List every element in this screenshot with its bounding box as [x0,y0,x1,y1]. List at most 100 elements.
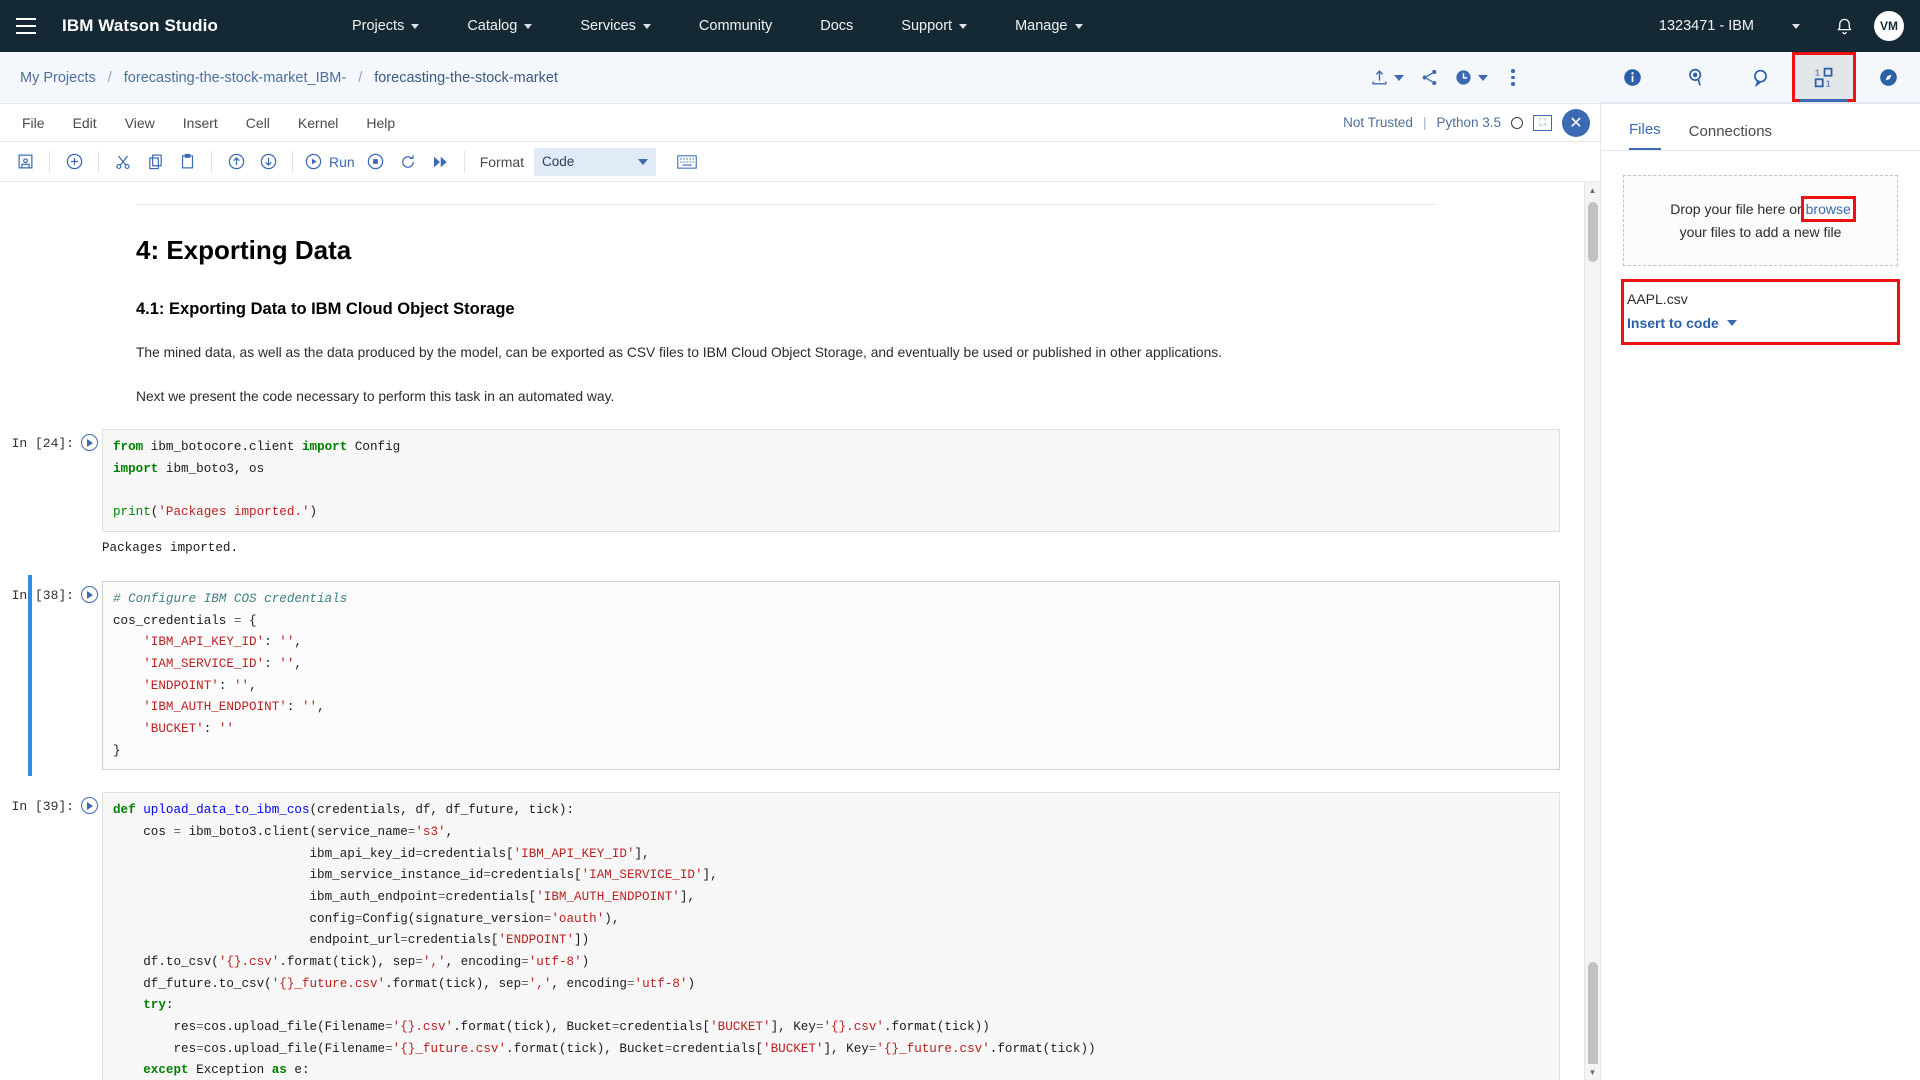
nav-item-label: Services [580,18,636,34]
nav-item-support[interactable]: Support [877,0,991,52]
chevron-down-icon [1478,75,1488,81]
code-editor[interactable]: from ibm_botocore.client import Config i… [102,429,1560,532]
share-button[interactable] [1412,58,1446,98]
chevron-down-icon [1075,24,1083,29]
dropzone-wrapper: Drop your file here or browse your files… [1601,151,1920,266]
account-label[interactable]: 1323471 - IBM [1659,18,1772,34]
toolbar-divider [98,151,99,173]
interrupt-kernel-icon[interactable] [361,147,391,177]
overflow-menu-button[interactable] [1496,58,1530,98]
tab-files[interactable]: Files [1629,121,1661,150]
add-cell-icon[interactable] [59,147,89,177]
breadcrumb-separator: / [358,70,362,86]
scroll-down-icon[interactable]: ▼ [1585,1064,1600,1080]
cell-format-select[interactable]: Code [534,148,656,176]
chevron-down-icon [643,24,651,29]
cell-prompt: In [39]: [0,792,76,814]
workspace: File Edit View Insert Cell Kernel Help N… [0,104,1920,1080]
kernel-idle-indicator-icon [1511,117,1523,129]
menu-help[interactable]: Help [352,104,409,142]
nav-item-label: Docs [820,18,853,34]
toolbar-divider [211,151,212,173]
list-item[interactable]: AAPL.csv Insert to code [1623,281,1898,343]
file-dropzone[interactable]: Drop your file here or browse your files… [1623,175,1898,266]
breadcrumb-actions [1366,58,1530,98]
comments-icon[interactable] [1729,52,1793,102]
scrollbar-thumb[interactable] [1588,962,1598,1072]
move-cell-down-icon[interactable] [253,147,283,177]
scrollbar-thumb-top[interactable] [1588,202,1598,262]
hamburger-menu-icon[interactable] [0,0,52,52]
code-cell[interactable]: In [24]: from ibm_botocore.client import… [0,429,1600,532]
account-chevron-icon[interactable] [1772,0,1820,52]
keyboard-shortcuts-icon[interactable] [672,147,702,177]
compass-icon[interactable] [1856,52,1920,102]
browse-link[interactable]: browse [1806,201,1851,217]
nav-item-community[interactable]: Community [675,0,796,52]
insert-to-code-button[interactable]: Insert to code [1627,315,1894,331]
avatar[interactable]: VM [1874,11,1904,41]
chevron-down-icon [638,159,648,165]
restart-kernel-icon[interactable] [393,147,423,177]
cell-source: # Configure IBM COS credentials cos_cred… [113,589,1549,762]
top-nav-right-group: 1323471 - IBM VM [1659,0,1920,52]
cell-prompt: In [24]: [0,429,76,451]
tab-connections[interactable]: Connections [1689,123,1772,150]
svg-text:1: 1 [1815,68,1820,78]
code-editor[interactable]: # Configure IBM COS credentials cos_cred… [102,581,1560,770]
notebook-scrollbar[interactable]: ▲ ▼ [1584,182,1600,1080]
play-icon [81,434,98,451]
find-data-icon[interactable] [1665,52,1729,102]
menu-edit[interactable]: Edit [59,104,111,142]
toolbar-divider [292,151,293,173]
format-label: Format [480,154,524,170]
brand-title: IBM Watson Studio [62,16,218,36]
menu-view[interactable]: View [111,104,169,142]
notebook-toolbar: Run Format Code [0,142,1600,182]
history-button[interactable] [1450,58,1492,98]
upload-button[interactable] [1366,58,1408,98]
data-icon[interactable]: 1 1 [1792,52,1856,102]
code-cell[interactable]: In [39]: def upload_data_to_ibm_cos(cred… [0,792,1600,1080]
cut-icon[interactable] [108,147,138,177]
copy-icon[interactable] [140,147,170,177]
notification-bell-icon[interactable] [1820,0,1868,52]
run-cell-icon[interactable] [76,429,102,451]
menu-insert[interactable]: Insert [169,104,232,142]
close-notebook-button[interactable]: ✕ [1562,109,1590,137]
nav-item-manage[interactable]: Manage [991,0,1106,52]
markdown-cell-heading[interactable]: 4: Exporting Data 4.1: Exporting Data to… [0,235,1420,407]
run-cell-button[interactable]: Run [302,152,359,171]
code-editor[interactable]: def upload_data_to_ibm_cos(credentials, … [102,792,1560,1080]
save-icon[interactable] [10,147,40,177]
menu-cell[interactable]: Cell [232,104,284,142]
right-panel-icon-bar: 1 1 [1601,52,1920,103]
menu-kernel[interactable]: Kernel [284,104,352,142]
breadcrumb-item-my-projects[interactable]: My Projects [20,70,96,86]
chevron-down-icon [1792,24,1800,29]
nav-item-projects[interactable]: Projects [328,0,443,52]
breadcrumb-item-project[interactable]: forecasting-the-stock-market_IBM- [124,70,346,86]
run-cell-icon[interactable] [76,581,102,603]
nav-item-catalog[interactable]: Catalog [443,0,556,52]
cell-source: from ibm_botocore.client import Config i… [113,437,1549,524]
nav-item-services[interactable]: Services [556,0,675,52]
move-cell-up-icon[interactable] [221,147,251,177]
fullscreen-icon[interactable]: ⛶ [1533,115,1552,131]
run-all-icon[interactable] [425,147,455,177]
code-cell-selected[interactable]: In [38]: # Configure IBM COS credentials… [0,581,1600,770]
right-panel: 1 1 Files Connections Drop your file her… [1600,104,1920,1080]
notebook-scroll-area[interactable]: 4: Exporting Data 4.1: Exporting Data to… [0,182,1600,1080]
run-cell-icon[interactable] [76,792,102,814]
nav-item-docs[interactable]: Docs [796,0,877,52]
notebook-pane: File Edit View Insert Cell Kernel Help N… [0,104,1600,1080]
paste-icon[interactable] [172,147,202,177]
kernel-status-group: Not Trusted | Python 3.5 ⛶ ✕ [1343,109,1590,137]
breadcrumb-item-notebook[interactable]: forecasting-the-stock-market [374,70,558,86]
info-icon[interactable] [1601,52,1665,102]
content-divider [136,204,1436,205]
scroll-up-icon[interactable]: ▲ [1585,182,1600,198]
cell-format-value: Code [542,154,574,169]
menu-file[interactable]: File [8,104,59,142]
play-icon [81,797,98,814]
